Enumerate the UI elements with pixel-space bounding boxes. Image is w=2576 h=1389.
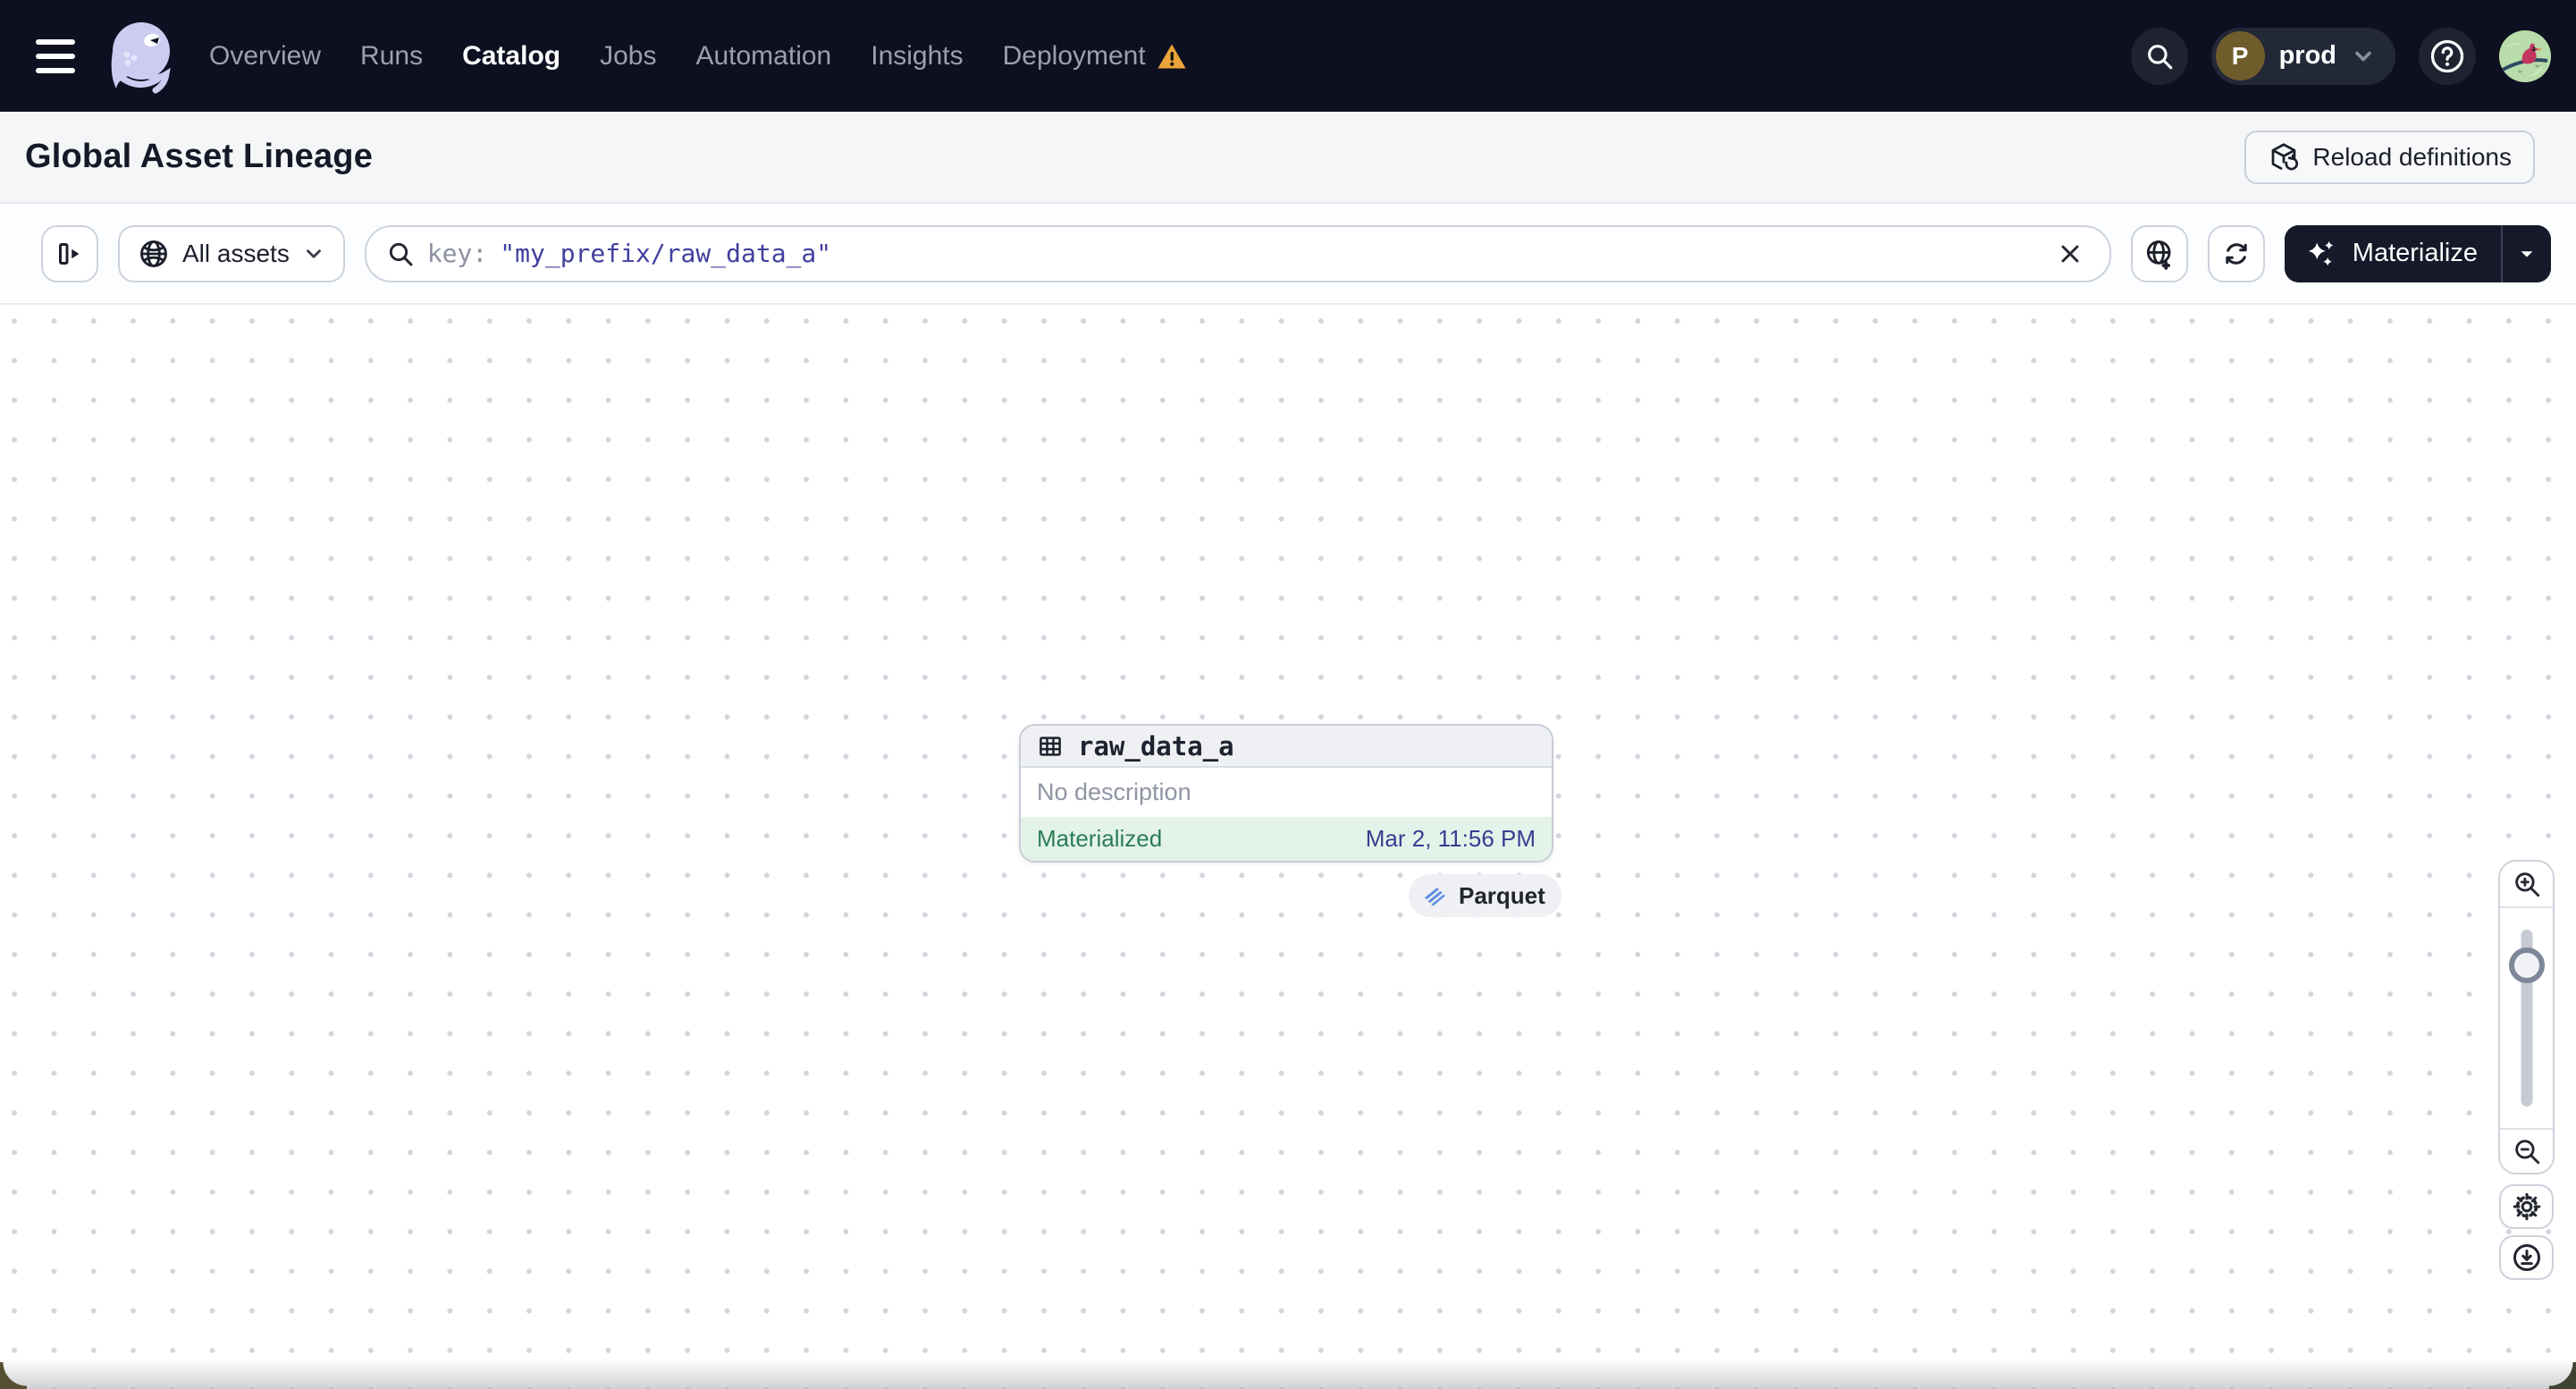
clear-search-button[interactable] bbox=[2049, 232, 2092, 275]
nav-item-jobs[interactable]: Jobs bbox=[600, 41, 656, 72]
bottom-fade bbox=[0, 1359, 2576, 1389]
chevron-down-icon bbox=[302, 242, 325, 265]
lineage-graph-canvas[interactable]: raw_data_a No description Materialized M… bbox=[0, 305, 2576, 1389]
search-icon bbox=[2144, 41, 2175, 72]
nav-item-deployment[interactable]: Deployment bbox=[1003, 41, 1187, 72]
download-graph-button[interactable] bbox=[2499, 1235, 2554, 1280]
materialization-status: Materialized bbox=[1037, 825, 1163, 852]
reload-definitions-label: Reload definitions bbox=[2312, 142, 2512, 171]
asset-scope-label: All assets bbox=[182, 239, 290, 267]
global-search-button[interactable] bbox=[2130, 27, 2188, 85]
page-title: Global Asset Lineage bbox=[25, 138, 374, 175]
graph-settings-button[interactable] bbox=[2499, 1184, 2554, 1229]
globe-icon bbox=[138, 238, 170, 270]
open-sidebar-button[interactable] bbox=[41, 224, 98, 282]
globe-plus-icon bbox=[2142, 237, 2176, 271]
caret-down-icon bbox=[2517, 244, 2537, 264]
zoom-controls bbox=[2498, 860, 2555, 1174]
chevron-down-icon bbox=[2351, 44, 2376, 69]
zoom-in-button[interactable] bbox=[2500, 862, 2553, 908]
materialize-button[interactable]: Materialize bbox=[2284, 224, 2501, 282]
page-header: Global Asset Lineage Reload definitions bbox=[0, 112, 2576, 204]
environment-switcher[interactable]: P prod bbox=[2210, 27, 2395, 85]
asset-kind-tag[interactable]: Parquet bbox=[1409, 874, 1562, 917]
nav-right-cluster: P prod bbox=[2130, 27, 2551, 85]
zoom-slider[interactable] bbox=[2500, 908, 2553, 1128]
asset-node-body: No description bbox=[1021, 768, 1552, 817]
search-query-value: "my_prefix/raw_data_a" bbox=[500, 239, 832, 268]
user-avatar[interactable] bbox=[2499, 29, 2551, 82]
sparkles-icon bbox=[2304, 237, 2338, 271]
nav-item-automation[interactable]: Automation bbox=[695, 41, 831, 72]
search-icon bbox=[386, 240, 415, 268]
nav-item-overview[interactable]: Overview bbox=[209, 41, 321, 72]
download-icon bbox=[2511, 1242, 2543, 1274]
gear-icon bbox=[2511, 1191, 2543, 1223]
materialization-timestamp[interactable]: Mar 2, 11:56 PM bbox=[1366, 825, 1536, 853]
nav-item-catalog[interactable]: Catalog bbox=[462, 41, 560, 72]
zoom-out-button[interactable] bbox=[2500, 1128, 2553, 1173]
warning-triangle-icon bbox=[1157, 43, 1187, 70]
zoom-in-icon bbox=[2512, 869, 2542, 899]
reload-definitions-button[interactable]: Reload definitions bbox=[2244, 130, 2535, 184]
nav-item-runs[interactable]: Runs bbox=[360, 41, 423, 72]
lineage-toolbar: All assets key: "my_prefix/raw_data_a" M… bbox=[0, 204, 2576, 305]
primary-nav: Overview Runs Catalog Jobs Automation In… bbox=[209, 41, 1187, 72]
asset-description: No description bbox=[1037, 779, 1191, 805]
search-query-key: key: bbox=[426, 239, 488, 268]
hamburger-menu-button[interactable] bbox=[25, 25, 88, 88]
filter-scope-button[interactable] bbox=[2130, 224, 2188, 282]
dagster-logo-icon[interactable] bbox=[100, 13, 186, 99]
panel-open-icon bbox=[54, 238, 86, 270]
zoom-slider-thumb[interactable] bbox=[2508, 947, 2545, 983]
environment-avatar: P bbox=[2215, 31, 2265, 80]
asset-name: raw_data_a bbox=[1078, 730, 1234, 762]
asset-node-raw-data-a[interactable]: raw_data_a No description Materialized M… bbox=[1019, 724, 1553, 863]
reload-cube-icon bbox=[2268, 141, 2300, 173]
table-icon bbox=[1037, 733, 1064, 760]
app-root: Overview Runs Catalog Jobs Automation In… bbox=[0, 0, 2576, 1389]
materialize-split-button: Materialize bbox=[2284, 224, 2551, 282]
asset-kind-label: Parquet bbox=[1459, 881, 1545, 909]
asset-scope-dropdown[interactable]: All assets bbox=[118, 224, 345, 282]
nav-item-insights[interactable]: Insights bbox=[871, 41, 963, 72]
materialize-label: Materialize bbox=[2352, 239, 2478, 267]
materialize-options-button[interactable] bbox=[2501, 224, 2551, 282]
environment-name: prod bbox=[2278, 41, 2336, 70]
refresh-button[interactable] bbox=[2207, 224, 2265, 282]
zoom-out-icon bbox=[2512, 1136, 2542, 1166]
top-nav: Overview Runs Catalog Jobs Automation In… bbox=[0, 0, 2576, 112]
refresh-icon bbox=[2220, 238, 2252, 270]
help-icon bbox=[2428, 37, 2467, 76]
asset-search-input[interactable]: key: "my_prefix/raw_data_a" bbox=[364, 224, 2111, 282]
asset-node-status-bar: Materialized Mar 2, 11:56 PM bbox=[1021, 817, 1552, 861]
parquet-logo-icon bbox=[1421, 882, 1448, 909]
help-button[interactable] bbox=[2419, 27, 2476, 85]
asset-node-header: raw_data_a bbox=[1021, 726, 1552, 768]
